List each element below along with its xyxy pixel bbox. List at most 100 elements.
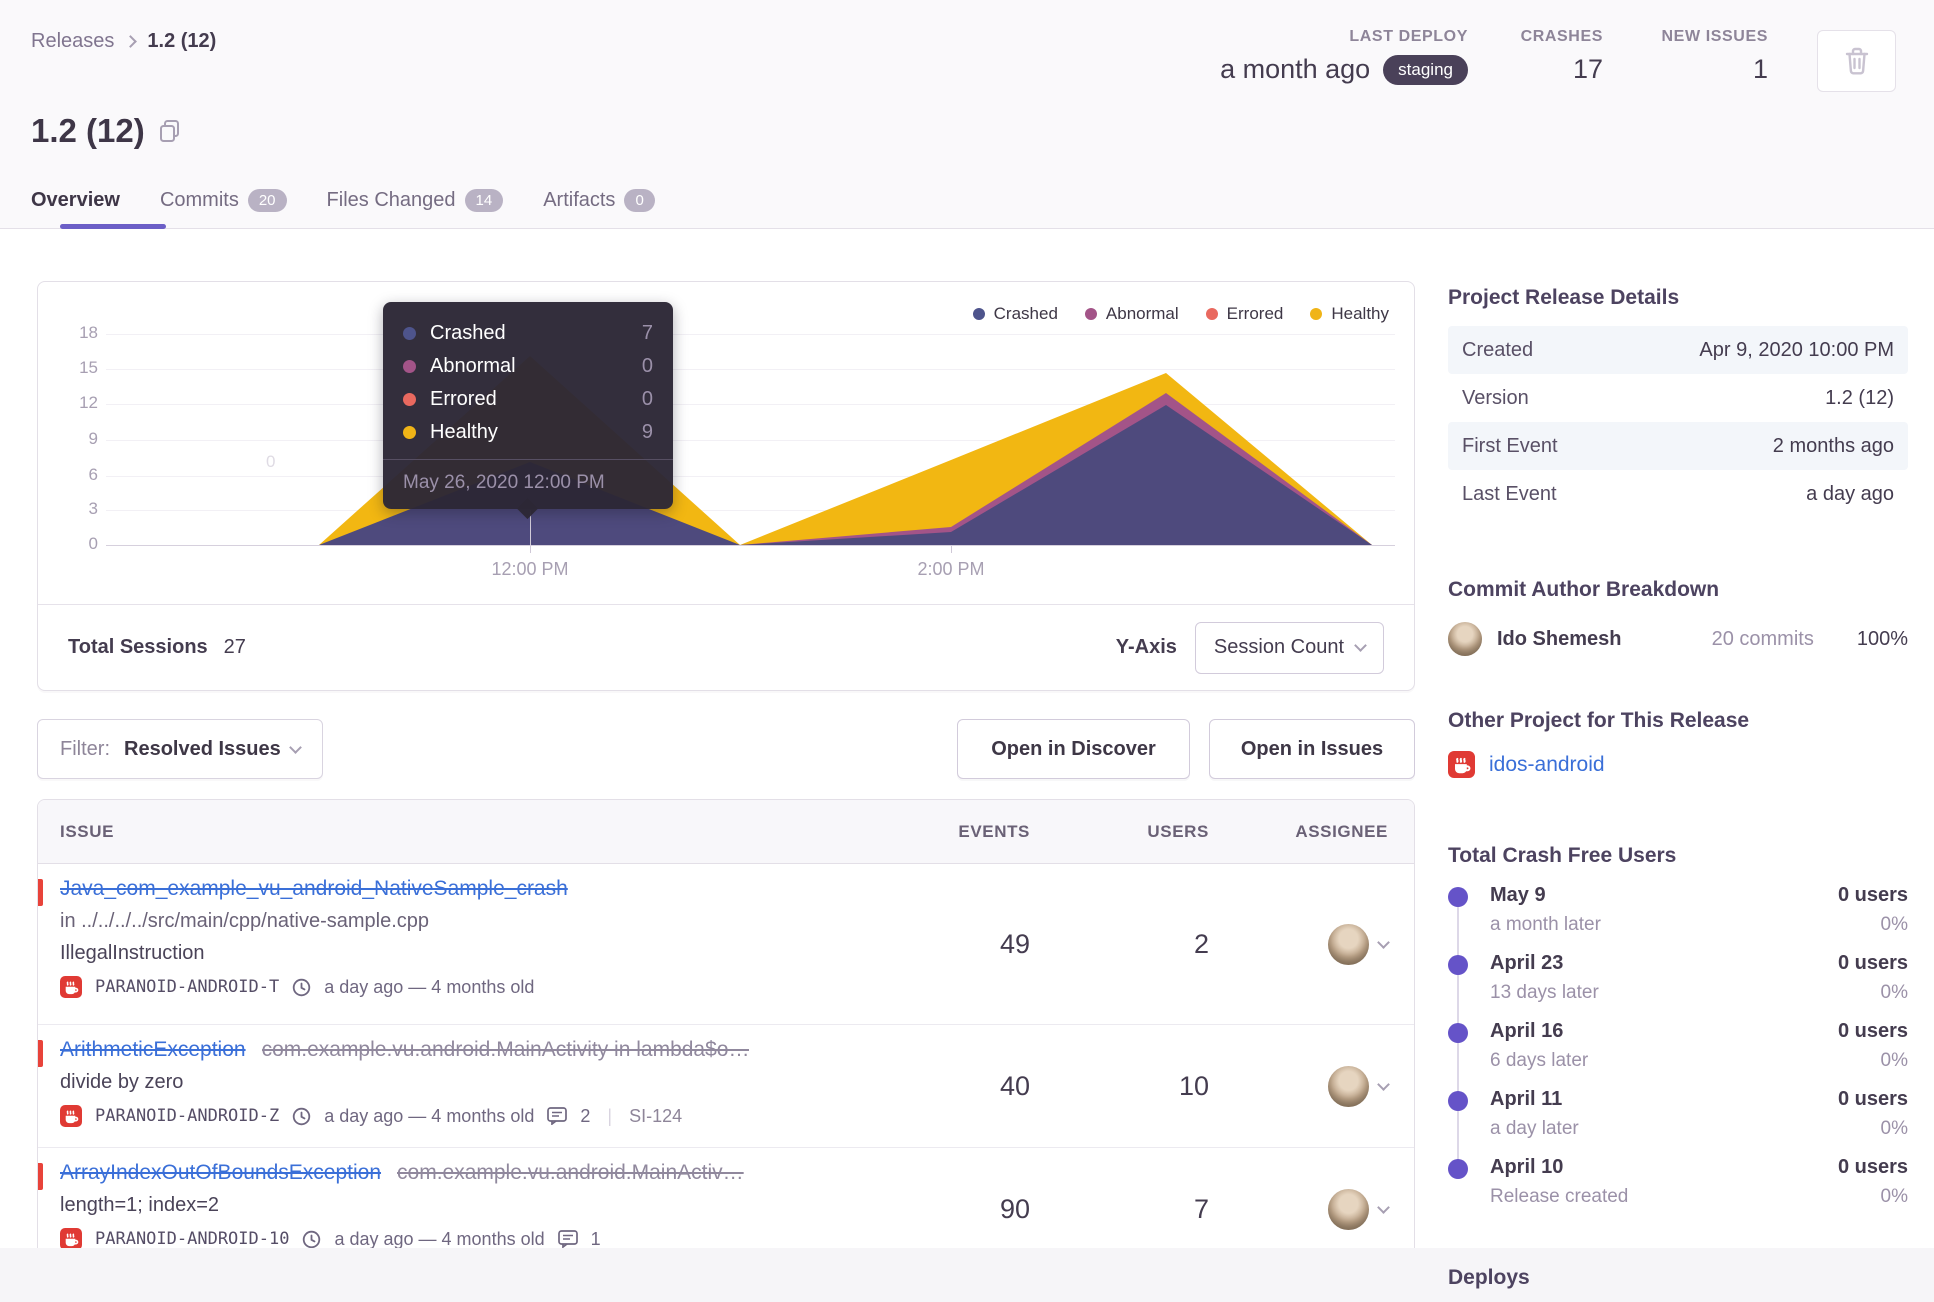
issues-filter-dropdown[interactable]: Filter: Resolved Issues: [37, 719, 323, 779]
tab-label: Files Changed: [326, 188, 456, 211]
tab-count-badge: 14: [464, 188, 504, 212]
open-in-discover-button[interactable]: Open in Discover: [957, 719, 1190, 779]
linked-ticket[interactable]: SI-124: [629, 1106, 682, 1127]
issues-table-card: ISSUE EVENTS USERS ASSIGNEE Java_com_exa…: [37, 799, 1415, 1286]
breadcrumb-releases-link[interactable]: Releases: [31, 30, 114, 53]
chevron-down-icon[interactable]: [1377, 935, 1390, 949]
crashfree-entry: April 23 13 days later 0 users 0%: [1448, 952, 1908, 1004]
unhandled-indicator: [38, 879, 43, 906]
assignee-avatar[interactable]: [1328, 1188, 1369, 1230]
assignee-avatar[interactable]: [1328, 1065, 1369, 1107]
crashfree-entry: May 9 a month later 0 users 0%: [1448, 884, 1908, 936]
detail-row: Version 1.2 (12): [1462, 386, 1894, 409]
timeline-dot-icon: [1448, 955, 1468, 975]
legend-abnormal[interactable]: Abnormal: [1084, 304, 1179, 324]
issue-title-link[interactable]: ArrayIndexOutOfBoundsException: [60, 1161, 381, 1185]
y-tick: 0: [88, 534, 98, 553]
chevron-down-icon[interactable]: [1377, 1077, 1390, 1091]
detail-row: Last Event a day ago: [1462, 482, 1894, 505]
issue-age: a day ago — 4 months old: [334, 1228, 545, 1249]
comments-icon: [547, 1107, 568, 1125]
total-sessions-label: Total Sessions: [68, 636, 208, 658]
comments-count: 2: [580, 1105, 591, 1126]
java-project-icon: [1448, 751, 1475, 778]
timeline-dot-icon: [1448, 1023, 1468, 1043]
stat-last-deploy: LAST DEPLOY a month ago staging: [1220, 28, 1468, 85]
tab-label: Overview: [31, 188, 120, 211]
crashfree-entry: April 10 Release created 0 users 0%: [1448, 1156, 1908, 1208]
active-tab-underline: [60, 224, 166, 229]
tooltip-row: Crashed 7: [383, 317, 673, 350]
commit-author-row: Ido Shemesh 20 commits 100%: [1448, 622, 1908, 656]
y-tick: 9: [88, 429, 98, 448]
filter-value: Resolved Issues: [124, 737, 281, 760]
detail-row: Created Apr 9, 2020 10:00 PM: [1448, 326, 1908, 374]
tab-label: Artifacts: [543, 188, 616, 211]
tab-overview[interactable]: Overview: [31, 189, 120, 212]
java-project-icon: [60, 1228, 82, 1250]
chart-tooltip: Crashed 7 Abnormal 0 Errored 0 Healthy 9…: [383, 302, 673, 520]
crashfree-users: 0 users: [1837, 1156, 1908, 1178]
tab-artifacts[interactable]: Artifacts 0: [543, 188, 655, 212]
healthy-dot-icon: [403, 426, 416, 439]
col-header-assignee: ASSIGNEE: [1295, 821, 1388, 841]
chart-plot-area[interactable]: [106, 334, 1395, 545]
release-details-table: Created Apr 9, 2020 10:00 PM Version 1.2…: [1448, 326, 1908, 518]
author-commit-count: 20 commits: [1711, 627, 1814, 650]
breadcrumb-current: 1.2 (12): [147, 30, 217, 52]
author-avatar: [1448, 622, 1482, 656]
other-project-link[interactable]: idos-android: [1489, 753, 1605, 777]
legend-errored[interactable]: Errored: [1205, 304, 1283, 324]
detail-row: First Event 2 months ago: [1448, 422, 1908, 470]
section-title-deploys: Deploys: [1448, 1266, 1530, 1289]
java-project-icon: [60, 1105, 82, 1127]
table-row: ArithmeticException com.example.vu.andro…: [38, 1025, 1414, 1148]
errored-dot-icon: [1205, 308, 1218, 320]
issue-culprit: in ../../../../src/main/cpp/native-sampl…: [60, 910, 430, 932]
yaxis-selected-value: Session Count: [1213, 636, 1344, 658]
page-title: 1.2 (12): [31, 112, 145, 149]
legend-crashed[interactable]: Crashed: [972, 304, 1058, 324]
meta-divider: |: [607, 1105, 613, 1126]
chart-footer: Total Sessions 27 Y-Axis Session Count: [38, 604, 1414, 690]
chevron-down-icon[interactable]: [1377, 1200, 1390, 1214]
crashfree-users: 0 users: [1837, 1020, 1908, 1042]
issue-message: divide by zero: [60, 1071, 184, 1093]
abnormal-dot-icon: [1084, 308, 1097, 320]
users-count: 10: [1178, 1070, 1209, 1101]
y-tick: 15: [79, 358, 98, 377]
yaxis-label: Y-Axis: [1115, 636, 1177, 658]
project-slug: PARANOID-ANDROID-T: [95, 977, 280, 997]
next-section-background: [0, 1248, 1934, 1302]
healthy-dot-icon: [1310, 308, 1323, 320]
tab-commits[interactable]: Commits 20: [160, 188, 287, 212]
tab-files-changed[interactable]: Files Changed 14: [326, 188, 504, 212]
y-tick: 12: [79, 393, 98, 412]
yaxis-select[interactable]: Session Count: [1194, 621, 1384, 674]
y-tick: 6: [88, 465, 98, 484]
timeline-dot-icon: [1448, 887, 1468, 907]
crashfree-percent: 0%: [1880, 914, 1908, 935]
unhandled-indicator: [38, 1040, 43, 1067]
crashfree-percent: 0%: [1880, 982, 1908, 1003]
col-header-issue: ISSUE: [60, 821, 115, 841]
issue-title-link[interactable]: Java_com_example_vu_android_NativeSample…: [60, 877, 568, 901]
abnormal-dot-icon: [403, 360, 416, 373]
crashfree-percent: 0%: [1880, 1186, 1908, 1207]
tab-count-badge: 20: [247, 188, 287, 212]
section-title-crash-free: Total Crash Free Users: [1448, 844, 1677, 867]
assignee-avatar[interactable]: [1328, 923, 1369, 965]
release-tabs: Overview Commits 20 Files Changed 14 Art…: [31, 172, 655, 229]
x-tick-mark: [530, 546, 531, 553]
open-in-issues-button[interactable]: Open in Issues: [1209, 719, 1415, 779]
issue-message: IllegalInstruction: [60, 942, 205, 964]
copy-icon[interactable]: [159, 119, 181, 143]
release-overview-page: { "breadcrumb": { "root": "Releases", "c…: [0, 0, 1934, 1302]
issue-title-link[interactable]: ArithmeticException: [60, 1038, 246, 1062]
legend-healthy[interactable]: Healthy: [1310, 304, 1389, 324]
tooltip-row: Abnormal 0: [383, 350, 673, 383]
errored-dot-icon: [403, 393, 416, 406]
assignee-cell: [1209, 1025, 1414, 1147]
other-project-row: idos-android: [1448, 751, 1605, 778]
author-name: Ido Shemesh: [1497, 627, 1622, 650]
